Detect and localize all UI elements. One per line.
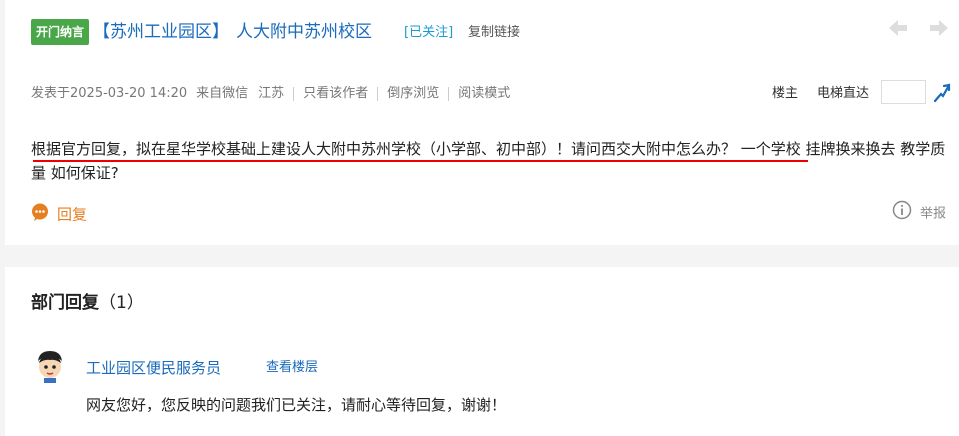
post-location: 江苏: [258, 86, 285, 101]
category-badge[interactable]: 开门纳言: [31, 19, 90, 45]
view-floor-link[interactable]: 查看楼层: [266, 357, 318, 379]
floor-owner-label: 楼主: [772, 86, 799, 101]
responder-name[interactable]: 工业园区便民服务员: [86, 357, 221, 379]
thread-title[interactable]: 人大附中苏州校区: [236, 19, 372, 45]
arrow-right-icon: [930, 20, 948, 36]
copy-link-button[interactable]: 复制链接: [468, 22, 520, 44]
prev-thread-button[interactable]: [887, 17, 909, 39]
topic-link[interactable]: 【苏州工业园区】: [93, 19, 229, 45]
report-label: 举报: [920, 206, 947, 222]
section-title: 部门回复（1）: [31, 291, 144, 315]
divider: [293, 86, 295, 101]
report-button[interactable]: 举报: [892, 200, 946, 222]
reading-mode-link[interactable]: 阅读模式: [458, 84, 510, 104]
red-underline-annotation: [33, 160, 808, 162]
cartoon-avatar-icon: [38, 351, 62, 383]
only-author-link[interactable]: 只看该作者: [303, 84, 368, 104]
jump-icon: [933, 83, 951, 103]
post-meta: 发表于2025-03-20 14:20 来自微信 江苏 只看该作者 倒序浏览 阅读模式: [31, 84, 510, 104]
section-label: 部门回复: [31, 293, 99, 313]
chat-bubble-icon: [31, 203, 49, 227]
info-circle-icon: [892, 200, 912, 228]
next-thread-button[interactable]: [928, 17, 950, 39]
reply-content: 网友您好，您反映的问题我们已关注，请耐心等待回复，谢谢！: [86, 396, 507, 414]
reverse-order-link[interactable]: 倒序浏览: [387, 84, 439, 104]
reply-button[interactable]: 回复: [31, 203, 87, 225]
avatar: [33, 349, 67, 383]
arrow-left-icon: [889, 20, 907, 36]
follow-status[interactable]: [已关注]: [404, 22, 453, 44]
reply-label: 回复: [57, 205, 88, 224]
post-date: 发表于2025-03-20 14:20: [31, 86, 188, 101]
divider: [448, 86, 450, 101]
divider: [377, 86, 379, 101]
floor-jump-input[interactable]: [881, 80, 926, 104]
floor-jump-button[interactable]: [932, 82, 952, 104]
floor-jump-label: 电梯直达: [817, 86, 870, 101]
reply-count: （1）: [99, 293, 144, 313]
post-source: 来自微信: [196, 86, 249, 101]
